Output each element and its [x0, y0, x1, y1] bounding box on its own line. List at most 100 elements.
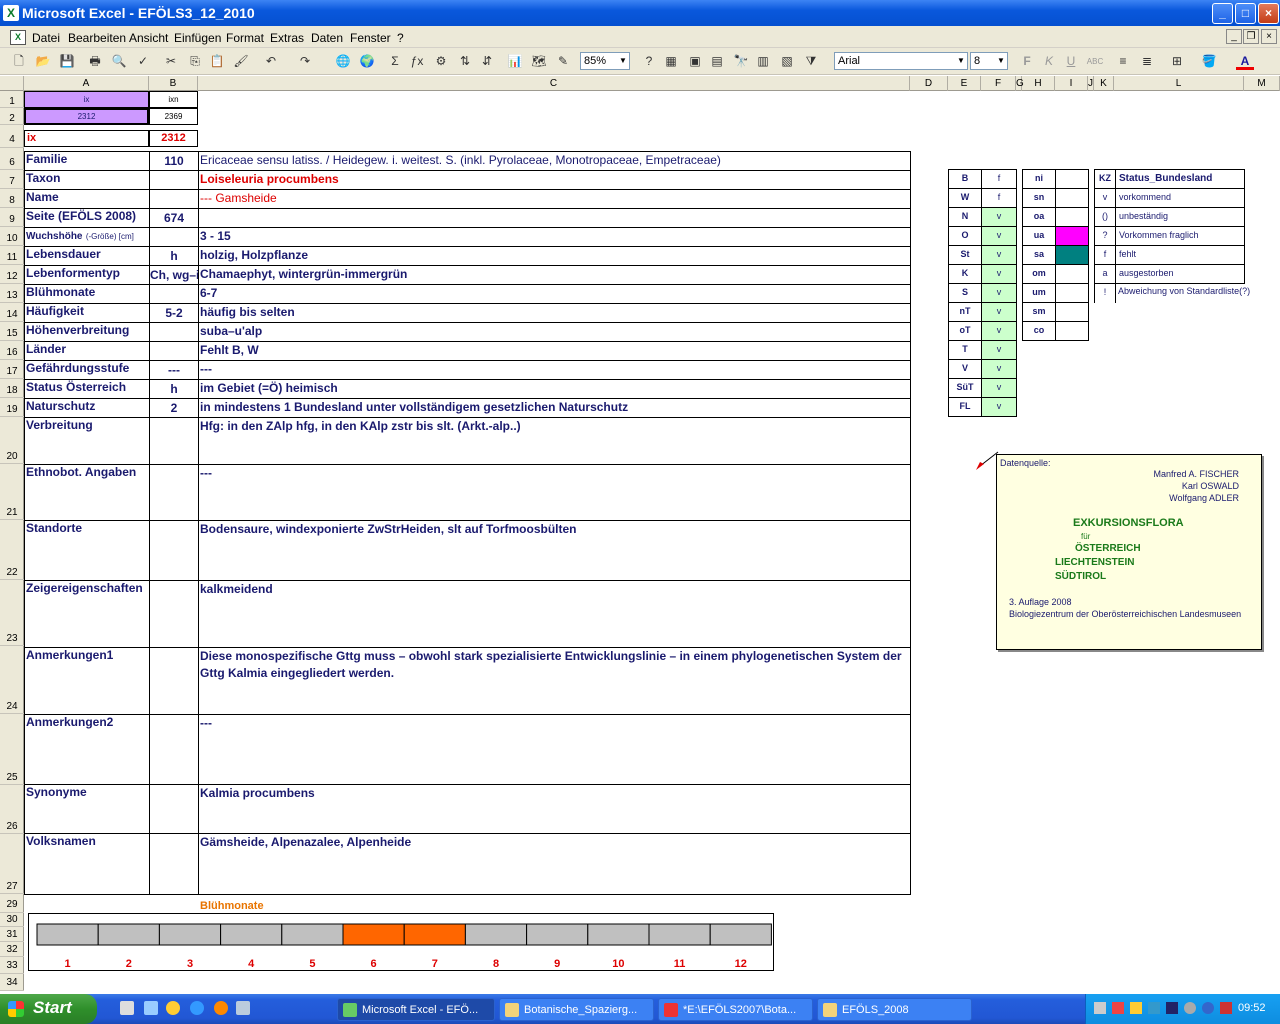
quicklaunch-icon[interactable]	[120, 1001, 134, 1015]
row-header[interactable]: 33	[0, 957, 24, 974]
row-header[interactable]: 7	[0, 170, 24, 189]
field-value[interactable]: ---	[200, 466, 908, 520]
field-label[interactable]: Standorte	[26, 521, 148, 580]
row-header[interactable]: 25	[0, 714, 24, 785]
laender-status[interactable]: v	[981, 359, 1017, 379]
col-header-l[interactable]: L	[1114, 76, 1244, 91]
hyperlink-icon[interactable]: 🌐	[334, 53, 352, 70]
new-icon[interactable]: 🗋	[10, 53, 28, 70]
hoehen-code[interactable]: oa	[1022, 207, 1056, 227]
col-header-c[interactable]: C	[198, 76, 910, 91]
field-label[interactable]: Anmerkungen2	[26, 715, 148, 784]
row-header[interactable]: 13	[0, 284, 24, 303]
row-header[interactable]: 22	[0, 520, 24, 580]
document-icon[interactable]: X	[10, 30, 26, 45]
hoehen-value[interactable]	[1055, 169, 1089, 189]
row-header[interactable]: 24	[0, 646, 24, 714]
field-label[interactable]: Volksnamen	[26, 834, 148, 894]
laender-status[interactable]: v	[981, 264, 1017, 284]
field-value[interactable]: im Gebiet (=Ö) heimisch	[200, 381, 908, 398]
tray-icon[interactable]	[1202, 1002, 1214, 1014]
borders-icon[interactable]: ⊞	[1168, 53, 1186, 70]
firefox-icon[interactable]	[214, 1001, 228, 1015]
hoehen-code[interactable]: sn	[1022, 188, 1056, 208]
hoehen-value[interactable]	[1055, 245, 1089, 265]
doc-restore-button[interactable]: ❐	[1243, 29, 1259, 44]
sort-asc-icon[interactable]: ⇅	[456, 53, 474, 70]
field-label[interactable]: Synonyme	[26, 785, 148, 833]
undo-icon[interactable]: ↶	[262, 53, 280, 70]
kz-code[interactable]: a	[1094, 264, 1116, 284]
format-painter-icon[interactable]: 🖌	[232, 53, 250, 70]
field-value[interactable]: 3 - 15	[200, 229, 908, 246]
menu-help[interactable]: ?	[397, 31, 404, 45]
field-value[interactable]: suba–u'alp	[200, 324, 908, 341]
kz-code[interactable]: ()	[1094, 207, 1116, 227]
field-label[interactable]: Verbreitung	[26, 418, 148, 464]
hoehen-value[interactable]	[1055, 321, 1089, 341]
laender-code[interactable]: B	[948, 169, 982, 189]
menu-datei[interactable]: Datei	[32, 31, 60, 45]
col-header-i[interactable]: I	[1055, 76, 1088, 91]
row-header[interactable]: 12	[0, 265, 24, 284]
field-label[interactable]: Häufigkeit	[26, 304, 148, 322]
redo-icon[interactable]: ↷	[296, 53, 314, 70]
row-header[interactable]: 23	[0, 580, 24, 646]
laender-status[interactable]: v	[981, 245, 1017, 265]
field-code[interactable]	[150, 192, 198, 208]
cell-b2[interactable]: 2369	[149, 108, 198, 125]
laender-code[interactable]: S	[948, 283, 982, 303]
quicklaunch-icon[interactable]	[144, 1001, 158, 1015]
field-code[interactable]	[150, 523, 198, 580]
cut-icon[interactable]: ✂	[162, 53, 180, 70]
field-code[interactable]	[150, 787, 198, 833]
row-header[interactable]: 1	[0, 91, 24, 108]
field-label[interactable]: Name	[26, 190, 148, 208]
comment-note[interactable]: Datenquelle: Manfred A. FISCHER Karl OSW…	[996, 454, 1262, 650]
field-label[interactable]: Gefährdungsstufe	[26, 361, 148, 379]
kz-meaning[interactable]: fehlt	[1115, 245, 1245, 265]
hoehen-code[interactable]: sa	[1022, 245, 1056, 265]
start-button[interactable]: Start	[0, 994, 97, 1024]
row-header[interactable]: 32	[0, 942, 24, 957]
tray-icon[interactable]	[1112, 1002, 1124, 1014]
field-code[interactable]	[150, 344, 198, 360]
doc-minimize-button[interactable]: _	[1226, 29, 1242, 44]
print-icon[interactable]: 🖶	[86, 53, 104, 70]
tray-icon[interactable]	[1220, 1002, 1232, 1014]
field-code[interactable]: 674	[150, 211, 198, 227]
laender-code[interactable]: K	[948, 264, 982, 284]
task-editor[interactable]: *E:\EFÖLS2007\Bota...	[658, 998, 813, 1021]
chart-icon[interactable]: 📊	[506, 53, 524, 70]
field-value[interactable]: holzig, Holzpflanze	[200, 248, 908, 265]
quicklaunch-icon[interactable]	[236, 1001, 250, 1015]
field-label[interactable]: Anmerkungen1	[26, 648, 148, 714]
cell-a2-selected[interactable]: 2312	[24, 108, 149, 125]
field-value[interactable]: ---	[200, 362, 908, 379]
field-label[interactable]: Blühmonate	[26, 285, 148, 303]
field-code[interactable]	[150, 173, 198, 189]
drawing-icon[interactable]: ✎	[554, 53, 572, 70]
font-select[interactable]: Arial ▼	[834, 52, 968, 70]
field-code[interactable]: h	[150, 249, 198, 265]
col-header-m[interactable]: M	[1244, 76, 1280, 91]
kz-meaning[interactable]: Vorkommen fraglich	[1115, 226, 1245, 246]
col-header-d[interactable]: D	[910, 76, 948, 91]
kz-meaning[interactable]: Status_Bundesland	[1115, 169, 1245, 189]
autosum-icon[interactable]: Σ	[386, 53, 404, 70]
row-header[interactable]: 30	[0, 913, 24, 927]
row-header[interactable]: 27	[0, 834, 24, 894]
hoehen-value[interactable]	[1055, 226, 1089, 246]
close-button[interactable]: ×	[1258, 3, 1279, 24]
row-header[interactable]: 2	[0, 108, 24, 125]
hoehen-code[interactable]: om	[1022, 264, 1056, 284]
kz-code[interactable]: v	[1094, 188, 1116, 208]
laender-status[interactable]: v	[981, 321, 1017, 341]
fill-color-icon[interactable]: 🪣	[1200, 53, 1218, 70]
hoehen-code[interactable]: um	[1022, 283, 1056, 303]
menu-bearbeiten[interactable]: Bearbeiten	[68, 31, 126, 45]
field-value[interactable]: Ericaceae sensu latiss. / Heidegew. i. w…	[200, 153, 908, 170]
row-header[interactable]: 31	[0, 927, 24, 942]
field-value[interactable]: kalkmeidend	[200, 582, 908, 647]
tray-icon[interactable]	[1184, 1002, 1196, 1014]
